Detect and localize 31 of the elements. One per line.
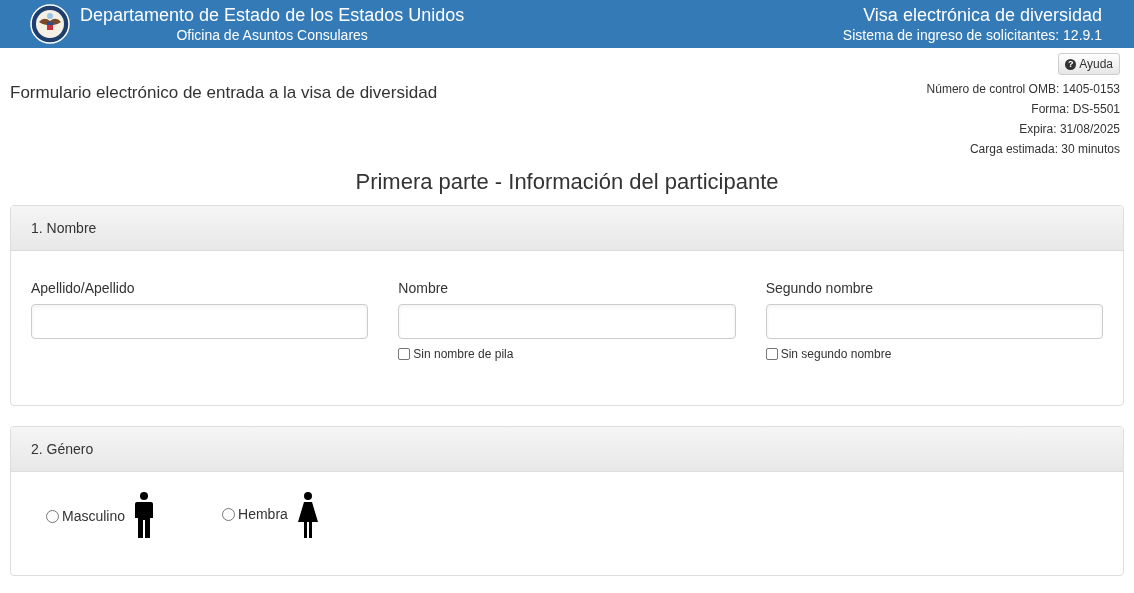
app-version: Sistema de ingreso de solicitantes: 12.9.1 [842, 26, 1102, 44]
text-field[interactable] [398, 304, 736, 339]
help-icon: ? [1065, 58, 1077, 70]
woman-icon [296, 492, 319, 538]
form-meta-text: Número de control OMB: 1405-0153 [926, 81, 1120, 98]
panel-heading: 2. Género [11, 427, 1123, 472]
radio-button[interactable] [222, 508, 236, 521]
radio-label: Hembra [238, 505, 288, 524]
page-heading: Primera parte - Información del participante [355, 168, 779, 196]
agency-subtitle: Oficina de Asuntos Consulares [176, 26, 368, 44]
form-title: Formulario electrónico de entrada a la visa de diversidad [10, 82, 438, 104]
field-label: Apellido/Apellido [31, 279, 136, 298]
checkbox[interactable] [765, 348, 778, 360]
text-field[interactable] [31, 304, 369, 339]
agency-title: Departamento de Estado de los Estados Unidos [80, 4, 465, 26]
checkbox[interactable] [398, 348, 411, 360]
checkbox-label: Sin segundo nombre [780, 346, 892, 363]
form-meta-text: Carga estimada: 30 minutos [969, 141, 1120, 158]
radio-button[interactable] [46, 510, 59, 523]
text-field[interactable] [765, 304, 1103, 339]
field-label: Segundo nombre [765, 279, 875, 298]
checkbox-label: Sin nombre de pila [413, 346, 514, 363]
seal-logo [30, 4, 70, 44]
form-meta-text: Forma: DS-5501 [1031, 101, 1120, 118]
field-label: Nombre [398, 279, 450, 298]
man-icon [134, 492, 155, 538]
form-meta-text: Expira: 31/08/2025 [1019, 121, 1120, 138]
panel-heading: 1. Nombre [11, 206, 1123, 251]
app-title: Visa electrónica de diversidad [863, 4, 1102, 26]
radio-label: Masculino [62, 507, 126, 526]
help-button[interactable]: ? Ayuda [1058, 53, 1120, 75]
